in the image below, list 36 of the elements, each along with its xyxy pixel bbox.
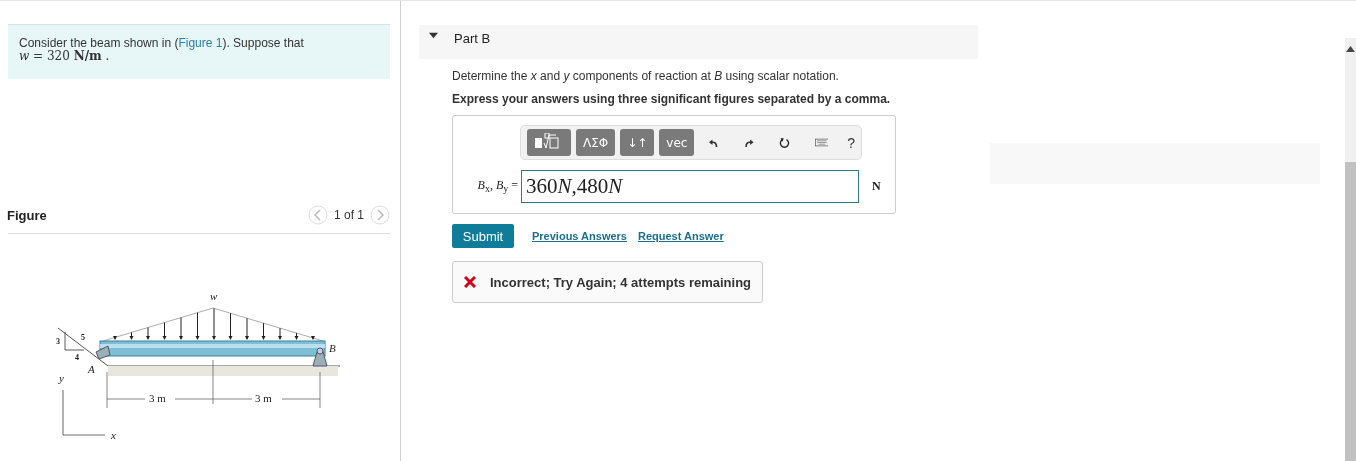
axis-label: x	[111, 429, 116, 441]
axis-label: y	[59, 372, 64, 384]
point-label: A	[88, 363, 95, 375]
caret-down-icon[interactable]	[429, 31, 438, 40]
page-count: 1 of 1	[333, 208, 364, 222]
answer-field[interactable]: 360N,480N	[521, 170, 859, 203]
question-text: Determine the x and y components of reaction at B using scalar notation.	[452, 69, 840, 83]
cross-icon	[464, 276, 476, 288]
keyboard-icon[interactable]	[814, 137, 829, 148]
answer-link[interactable]: Request Answer	[637, 230, 724, 242]
point-label: B	[329, 342, 336, 354]
slope-label: 3	[56, 337, 60, 346]
slope-label: 5	[81, 333, 85, 342]
part-title: Part B	[454, 31, 491, 46]
figure-title: Figure	[7, 207, 47, 223]
scrollbar[interactable]	[1345, 38, 1356, 461]
toolbar-button[interactable]: vec	[659, 129, 695, 156]
slope-label: 4	[75, 353, 79, 362]
figure-link[interactable]: Figure 1	[178, 36, 223, 50]
answer-label: B$_{x}$, B$_{y}$ =	[476, 178, 518, 195]
dimension-label: 3 m	[255, 392, 272, 404]
problem-text: Consider the beam shown in (Figure 1). Suppose that w = 320 N/m .	[19, 37, 305, 63]
submit-button[interactable]: Submit	[452, 224, 514, 248]
scroll-up-icon[interactable]	[1346, 46, 1355, 52]
part-header[interactable]: Part B	[419, 25, 978, 59]
instruction-text: Express your answers using three significant figures separated by a comma.	[452, 92, 892, 106]
axes-drawing	[62, 389, 106, 436]
dimension-label: 3 m	[149, 392, 166, 404]
feedback-text: Incorrect; Try Again; 4 attempts remaining	[490, 274, 752, 290]
answer-link[interactable]: Previous Answers	[532, 230, 627, 242]
template-button[interactable]	[527, 129, 571, 156]
toolbar-button[interactable]: ΛΣΦ	[576, 129, 616, 156]
toolbar-button[interactable]: ↓↑	[620, 129, 655, 156]
help-button[interactable]: ?	[847, 134, 855, 151]
load-label: w	[210, 290, 218, 302]
unit-label: N	[872, 179, 881, 194]
